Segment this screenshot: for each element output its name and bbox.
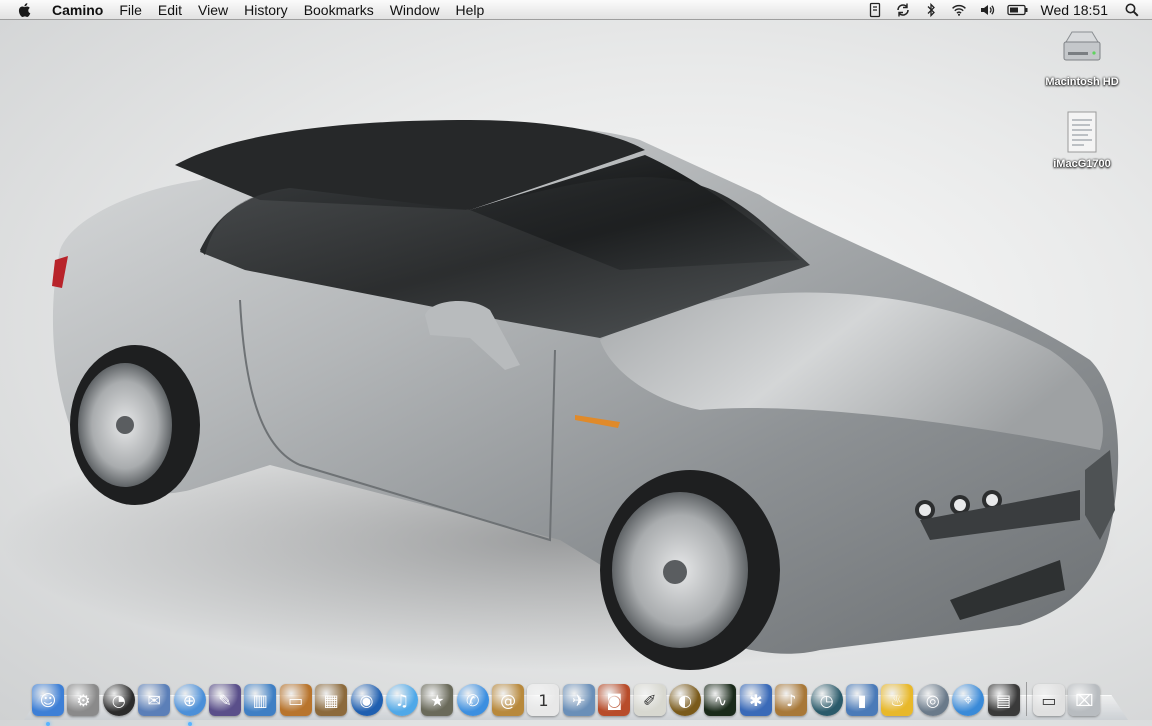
dvd-player-icon[interactable]: ◉ (350, 684, 383, 716)
wallpaper-car-image (0, 120, 1120, 670)
iphoto-slides-icon[interactable]: ▦ (315, 684, 348, 716)
desktop-icon-document[interactable]: iMacG1700 (1037, 108, 1127, 170)
time-machine-app-glyph: ◷ (819, 690, 834, 710)
desktop-icon-label: iMacG1700 (1053, 158, 1111, 170)
garageband-glyph: ♪ (786, 690, 797, 710)
menu-edit[interactable]: Edit (150, 0, 190, 20)
iphoto-icon[interactable]: ✈ (562, 684, 595, 716)
menubar-left: Camino File Edit View History Bookmarks … (0, 0, 492, 20)
desktop[interactable]: Macintosh HD iMacG1700 (0, 20, 1152, 720)
trash-icon[interactable]: ⌧ (1068, 684, 1101, 716)
dock: ☺ ⚙ ◔ ✉ ⊕ ✎ ▥ ▭ ▦ ◉ ♫ ★ ✆ @1 ✈ ◙ ✐ ◐ ∿ ✱ ♪ ◷ ▮ ♨ ◎ ⌖ ▤ ▭ ⌧ (24, 668, 1128, 726)
document-icon (1058, 108, 1106, 156)
battery-icon[interactable] (1006, 2, 1029, 18)
ichat-glyph: ✆ (465, 690, 480, 710)
photo-browser-icon[interactable]: ▤ (987, 684, 1020, 716)
script-editor-glyph: ✎ (218, 690, 232, 710)
spotlight-search-icon[interactable] (1124, 2, 1140, 18)
dvd-player-glyph: ◉ (359, 690, 374, 710)
itunes-icon[interactable]: ♫ (385, 684, 418, 716)
numbers-chart-icon[interactable]: ▥ (244, 684, 277, 716)
documents-stack-icon[interactable]: ▭ (1032, 684, 1065, 716)
numbers-chart-glyph: ▥ (252, 690, 268, 710)
address-book-glyph: @ (500, 690, 517, 710)
garageband-icon[interactable]: ♪ (775, 684, 808, 716)
backup-icon[interactable]: ▮ (845, 684, 878, 716)
time-machine-icon[interactable] (867, 2, 883, 18)
desktop-icon-macintosh-hd[interactable]: Macintosh HD (1037, 26, 1127, 88)
safari-icon[interactable]: ⌖ (952, 684, 985, 716)
network-utility-glyph: ⊕ (182, 690, 197, 710)
dashboard-glyph: ◔ (111, 690, 126, 710)
menubar-clock[interactable]: Wed 18:51 (1035, 2, 1118, 18)
wifi-icon[interactable] (951, 2, 967, 18)
menu-help[interactable]: Help (448, 0, 493, 20)
keynote-glyph: ▭ (288, 690, 304, 710)
running-indicator (46, 722, 50, 726)
activity-monitor-icon[interactable]: ∿ (704, 684, 737, 716)
menubar-extras: Wed 18:51 (861, 0, 1152, 20)
photo-browser-glyph: ▤ (995, 690, 1012, 710)
menu-history[interactable]: History (236, 0, 296, 20)
mail-stamp-glyph: ✉ (147, 690, 161, 710)
running-indicator (187, 722, 192, 726)
menu-view[interactable]: View (190, 0, 236, 20)
volume-icon[interactable] (979, 2, 995, 18)
safari-glyph: ⌖ (963, 690, 973, 709)
bluetooth-app-icon[interactable]: ✱ (739, 684, 772, 716)
finder-glyph: ☺ (39, 690, 57, 710)
imovie-glyph: ★ (430, 690, 445, 710)
finder-icon[interactable]: ☺ (32, 684, 64, 726)
ichat-icon[interactable]: ✆ (456, 684, 489, 716)
system-preferences-icon[interactable]: ⚙ (67, 684, 100, 716)
preview-icon[interactable]: ✐ (633, 684, 666, 716)
nmap-icon[interactable]: ◐ (669, 684, 702, 716)
iphoto-glyph: ✈ (572, 690, 586, 710)
nmap-glyph: ◐ (678, 690, 693, 710)
bluetooth-icon[interactable] (923, 2, 939, 18)
dock-items: ☺ ⚙ ◔ ✉ ⊕ ✎ ▥ ▭ ▦ ◉ ♫ ★ ✆ @1 ✈ ◙ ✐ ◐ ∿ ✱ ♪ ◷ ▮ ♨ ◎ ⌖ ▤ ▭ ⌧ (32, 672, 1104, 726)
menu-bookmarks[interactable]: Bookmarks (296, 0, 382, 20)
bluetooth-app-glyph: ✱ (749, 690, 763, 710)
script-editor-icon[interactable]: ✎ (208, 684, 241, 716)
quicktime-icon[interactable]: ◎ (916, 684, 949, 716)
ical-glyph: 1 (538, 690, 549, 710)
hard-drive-icon (1058, 26, 1106, 74)
trash-glyph: ⌧ (1075, 690, 1094, 710)
itunes-glyph: ♫ (394, 690, 410, 710)
backup-glyph: ▮ (857, 690, 867, 710)
apple-logo-icon[interactable] (16, 1, 34, 19)
keynote-icon[interactable]: ▭ (279, 684, 312, 716)
system-preferences-glyph: ⚙ (76, 690, 91, 710)
network-utility-icon[interactable]: ⊕ (173, 684, 206, 726)
photo-booth-glyph: ◙ (606, 690, 623, 710)
time-machine-app-icon[interactable]: ◷ (810, 684, 843, 716)
sync-icon[interactable] (895, 2, 911, 18)
dock-separator[interactable] (1025, 682, 1027, 716)
burn-glyph: ♨ (890, 690, 905, 710)
photo-booth-icon[interactable]: ◙ (598, 684, 631, 716)
dashboard-icon[interactable]: ◔ (102, 684, 135, 716)
menu-window[interactable]: Window (382, 0, 448, 20)
mail-stamp-icon[interactable]: ✉ (138, 684, 171, 716)
iphoto-slides-glyph: ▦ (323, 690, 339, 710)
address-book-icon[interactable]: @ (492, 684, 525, 716)
imovie-icon[interactable]: ★ (421, 684, 454, 716)
desktop-icon-label: Macintosh HD (1045, 76, 1119, 88)
burn-icon[interactable]: ♨ (881, 684, 914, 716)
menubar: Camino File Edit View History Bookmarks … (0, 0, 1152, 20)
activity-monitor-glyph: ∿ (713, 690, 728, 710)
menu-file[interactable]: File (111, 0, 150, 20)
menu-app-name[interactable]: Camino (44, 0, 111, 20)
documents-stack-glyph: ▭ (1041, 690, 1057, 710)
ical-icon[interactable]: 1 (527, 684, 560, 716)
preview-glyph: ✐ (642, 690, 657, 710)
quicktime-glyph: ◎ (925, 690, 940, 710)
